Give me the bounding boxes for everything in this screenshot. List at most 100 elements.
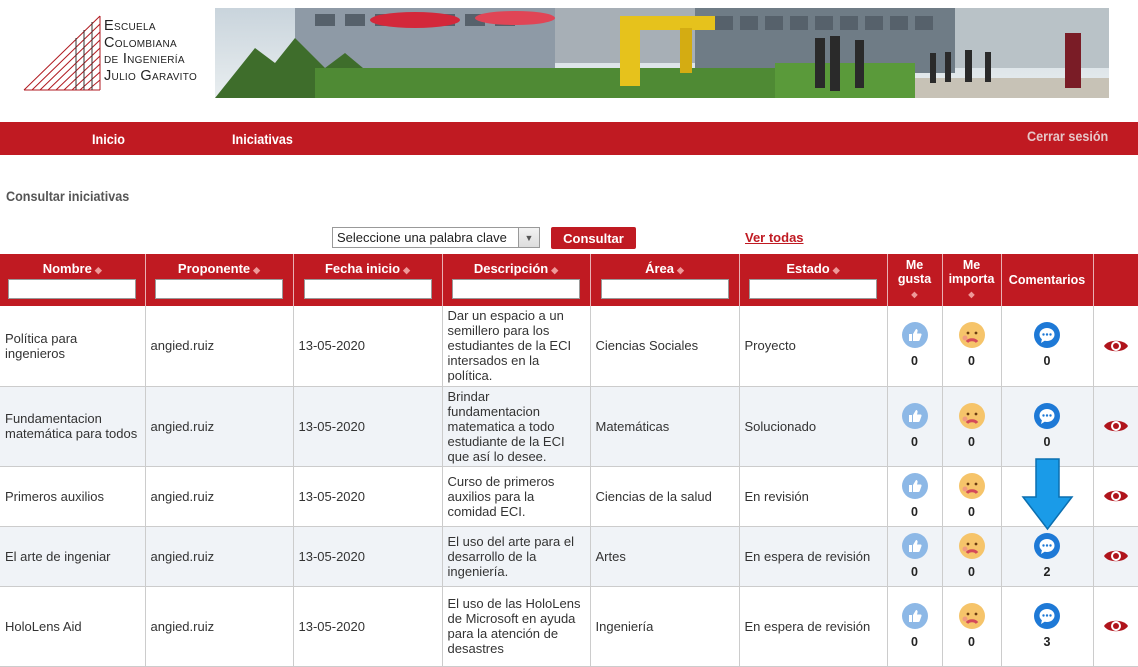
cell-view	[1093, 306, 1138, 387]
cell-estado: En revisión	[739, 466, 888, 527]
table-row[interactable]: Primeros auxilios angied.ruiz 13-05-2020…	[0, 466, 1138, 527]
cell-nombre: Política para ingenieros	[0, 306, 146, 387]
col-descripcion-label: Descripción	[473, 261, 549, 276]
thumbs-up-icon[interactable]	[901, 322, 928, 349]
comment-count: 2	[1043, 564, 1051, 579]
col-me-gusta-label-1: Me	[905, 258, 924, 272]
col-nombre-label: Nombre	[42, 261, 92, 276]
keyword-select-value: Seleccione una palabra clave	[337, 230, 507, 245]
table-row[interactable]: Política para ingenieros angied.ruiz 13-…	[0, 306, 1138, 387]
eye-icon[interactable]	[1094, 337, 1138, 355]
like-count: 0	[911, 564, 918, 579]
sort-icon[interactable]: ◆	[677, 265, 684, 275]
col-me-importa[interactable]: Me importa ◆	[942, 254, 1002, 306]
sort-icon[interactable]: ◆	[95, 265, 102, 275]
page-title: Consultar iniciativas	[6, 188, 130, 204]
col-nombre[interactable]: Nombre ◆	[0, 254, 146, 306]
col-proponente[interactable]: Proponente ◆	[145, 254, 294, 306]
cell-me-importa: 0	[942, 526, 1002, 587]
care-emoji-icon[interactable]	[958, 602, 985, 629]
cell-area: Ciencias de la salud	[590, 466, 740, 527]
sort-icon[interactable]: ◆	[403, 265, 410, 275]
like-count: 0	[911, 434, 918, 449]
thumbs-up-icon[interactable]	[901, 602, 928, 629]
table-row[interactable]: El arte de ingeniar angied.ruiz 13-05-20…	[0, 526, 1138, 587]
cell-me-importa: 0	[942, 586, 1002, 667]
eye-icon[interactable]	[1094, 617, 1138, 635]
nav-inicio[interactable]: Inicio	[92, 131, 125, 147]
logo-line: Colombiana	[104, 34, 177, 51]
site-header: Escuela Colombiana de Ingeniería Julio G…	[0, 0, 1138, 120]
col-area[interactable]: Área ◆	[590, 254, 740, 306]
col-me-gusta[interactable]: Me gusta ◆	[887, 254, 943, 306]
importa-count: 0	[968, 354, 975, 369]
comment-bubble-icon[interactable]	[1034, 402, 1060, 429]
logo-line: Escuela	[104, 18, 156, 34]
col-fecha[interactable]: Fecha inicio ◆	[293, 254, 443, 306]
col-proponente-label: Proponente	[177, 261, 251, 276]
filter-estado-input[interactable]	[749, 279, 877, 299]
filter-nombre-input[interactable]	[8, 279, 137, 299]
cell-me-importa: 0	[942, 466, 1002, 527]
cell-area: Ciencias Sociales	[590, 306, 740, 387]
comment-bubble-icon[interactable]	[1034, 602, 1060, 629]
thumbs-up-icon[interactable]	[901, 472, 928, 499]
col-me-importa-label-1: Me	[962, 258, 981, 272]
logo-wordmark: Escuela Colombiana de Ingeniería Julio G…	[104, 18, 197, 84]
col-me-importa-label-2: importa	[948, 272, 995, 286]
col-descripcion[interactable]: Descripción ◆	[442, 254, 591, 306]
table-row[interactable]: Fundamentacion matemática para todos ang…	[0, 386, 1138, 467]
logo-mark-icon	[23, 15, 101, 91]
thumbs-up-icon[interactable]	[901, 402, 928, 429]
importa-count: 0	[968, 434, 975, 449]
cell-comentarios	[1001, 466, 1094, 527]
col-actions	[1093, 254, 1138, 306]
cell-proponente: angied.ruiz	[145, 306, 294, 387]
col-fecha-label: Fecha inicio	[324, 261, 401, 276]
care-emoji-icon[interactable]	[958, 532, 985, 559]
keyword-select[interactable]: Seleccione una palabra clave ▼	[332, 227, 540, 248]
like-count: 0	[911, 354, 918, 369]
eye-icon[interactable]	[1094, 417, 1138, 435]
filter-descripcion-input[interactable]	[452, 279, 580, 299]
sort-icon[interactable]: ◆	[888, 288, 942, 302]
sort-icon[interactable]: ◆	[253, 265, 260, 275]
col-comentarios-label: Comentarios	[1008, 273, 1086, 287]
cell-me-gusta: 0	[887, 586, 943, 667]
cell-view	[1093, 586, 1138, 667]
nav-iniciativas[interactable]: Iniciativas	[232, 131, 293, 147]
chevron-down-icon[interactable]: ▼	[518, 228, 539, 247]
eye-icon[interactable]	[1094, 547, 1138, 565]
comment-bubble-icon[interactable]	[1034, 322, 1060, 349]
like-count: 0	[911, 504, 918, 519]
cell-fecha: 13-05-2020	[293, 586, 443, 667]
table-row[interactable]: HoloLens Aid angied.ruiz 13-05-2020 El u…	[0, 586, 1138, 667]
col-me-gusta-label-2: gusta	[897, 272, 932, 286]
cell-estado: En espera de revisión	[739, 586, 888, 667]
cell-comentarios: 3	[1001, 586, 1094, 667]
cell-fecha: 13-05-2020	[293, 526, 443, 587]
cell-comentarios: 0	[1001, 386, 1094, 467]
cell-estado: Proyecto	[739, 306, 888, 387]
filter-proponente-input[interactable]	[155, 279, 283, 299]
filter-area-input[interactable]	[600, 279, 729, 299]
sort-icon[interactable]: ◆	[551, 265, 558, 275]
care-emoji-icon[interactable]	[958, 402, 985, 429]
consultar-button[interactable]: Consultar	[551, 227, 636, 249]
logout-link[interactable]: Cerrar sesión	[1027, 128, 1108, 144]
col-estado-label: Estado	[786, 261, 830, 276]
eye-icon[interactable]	[1094, 487, 1138, 505]
ver-todas-link[interactable]: Ver todas	[745, 230, 804, 245]
care-emoji-icon[interactable]	[958, 472, 985, 499]
cell-nombre: El arte de ingeniar	[0, 526, 146, 587]
care-emoji-icon[interactable]	[958, 322, 985, 349]
cell-area: Matemáticas	[590, 386, 740, 467]
filter-fecha-input[interactable]	[303, 279, 432, 299]
sort-icon[interactable]: ◆	[943, 288, 1001, 302]
thumbs-up-icon[interactable]	[901, 532, 928, 559]
col-estado[interactable]: Estado ◆	[739, 254, 888, 306]
sort-icon[interactable]: ◆	[833, 265, 840, 275]
cell-fecha: 13-05-2020	[293, 466, 443, 527]
cell-me-importa: 0	[942, 306, 1002, 387]
comment-bubble-icon[interactable]	[1034, 532, 1060, 559]
